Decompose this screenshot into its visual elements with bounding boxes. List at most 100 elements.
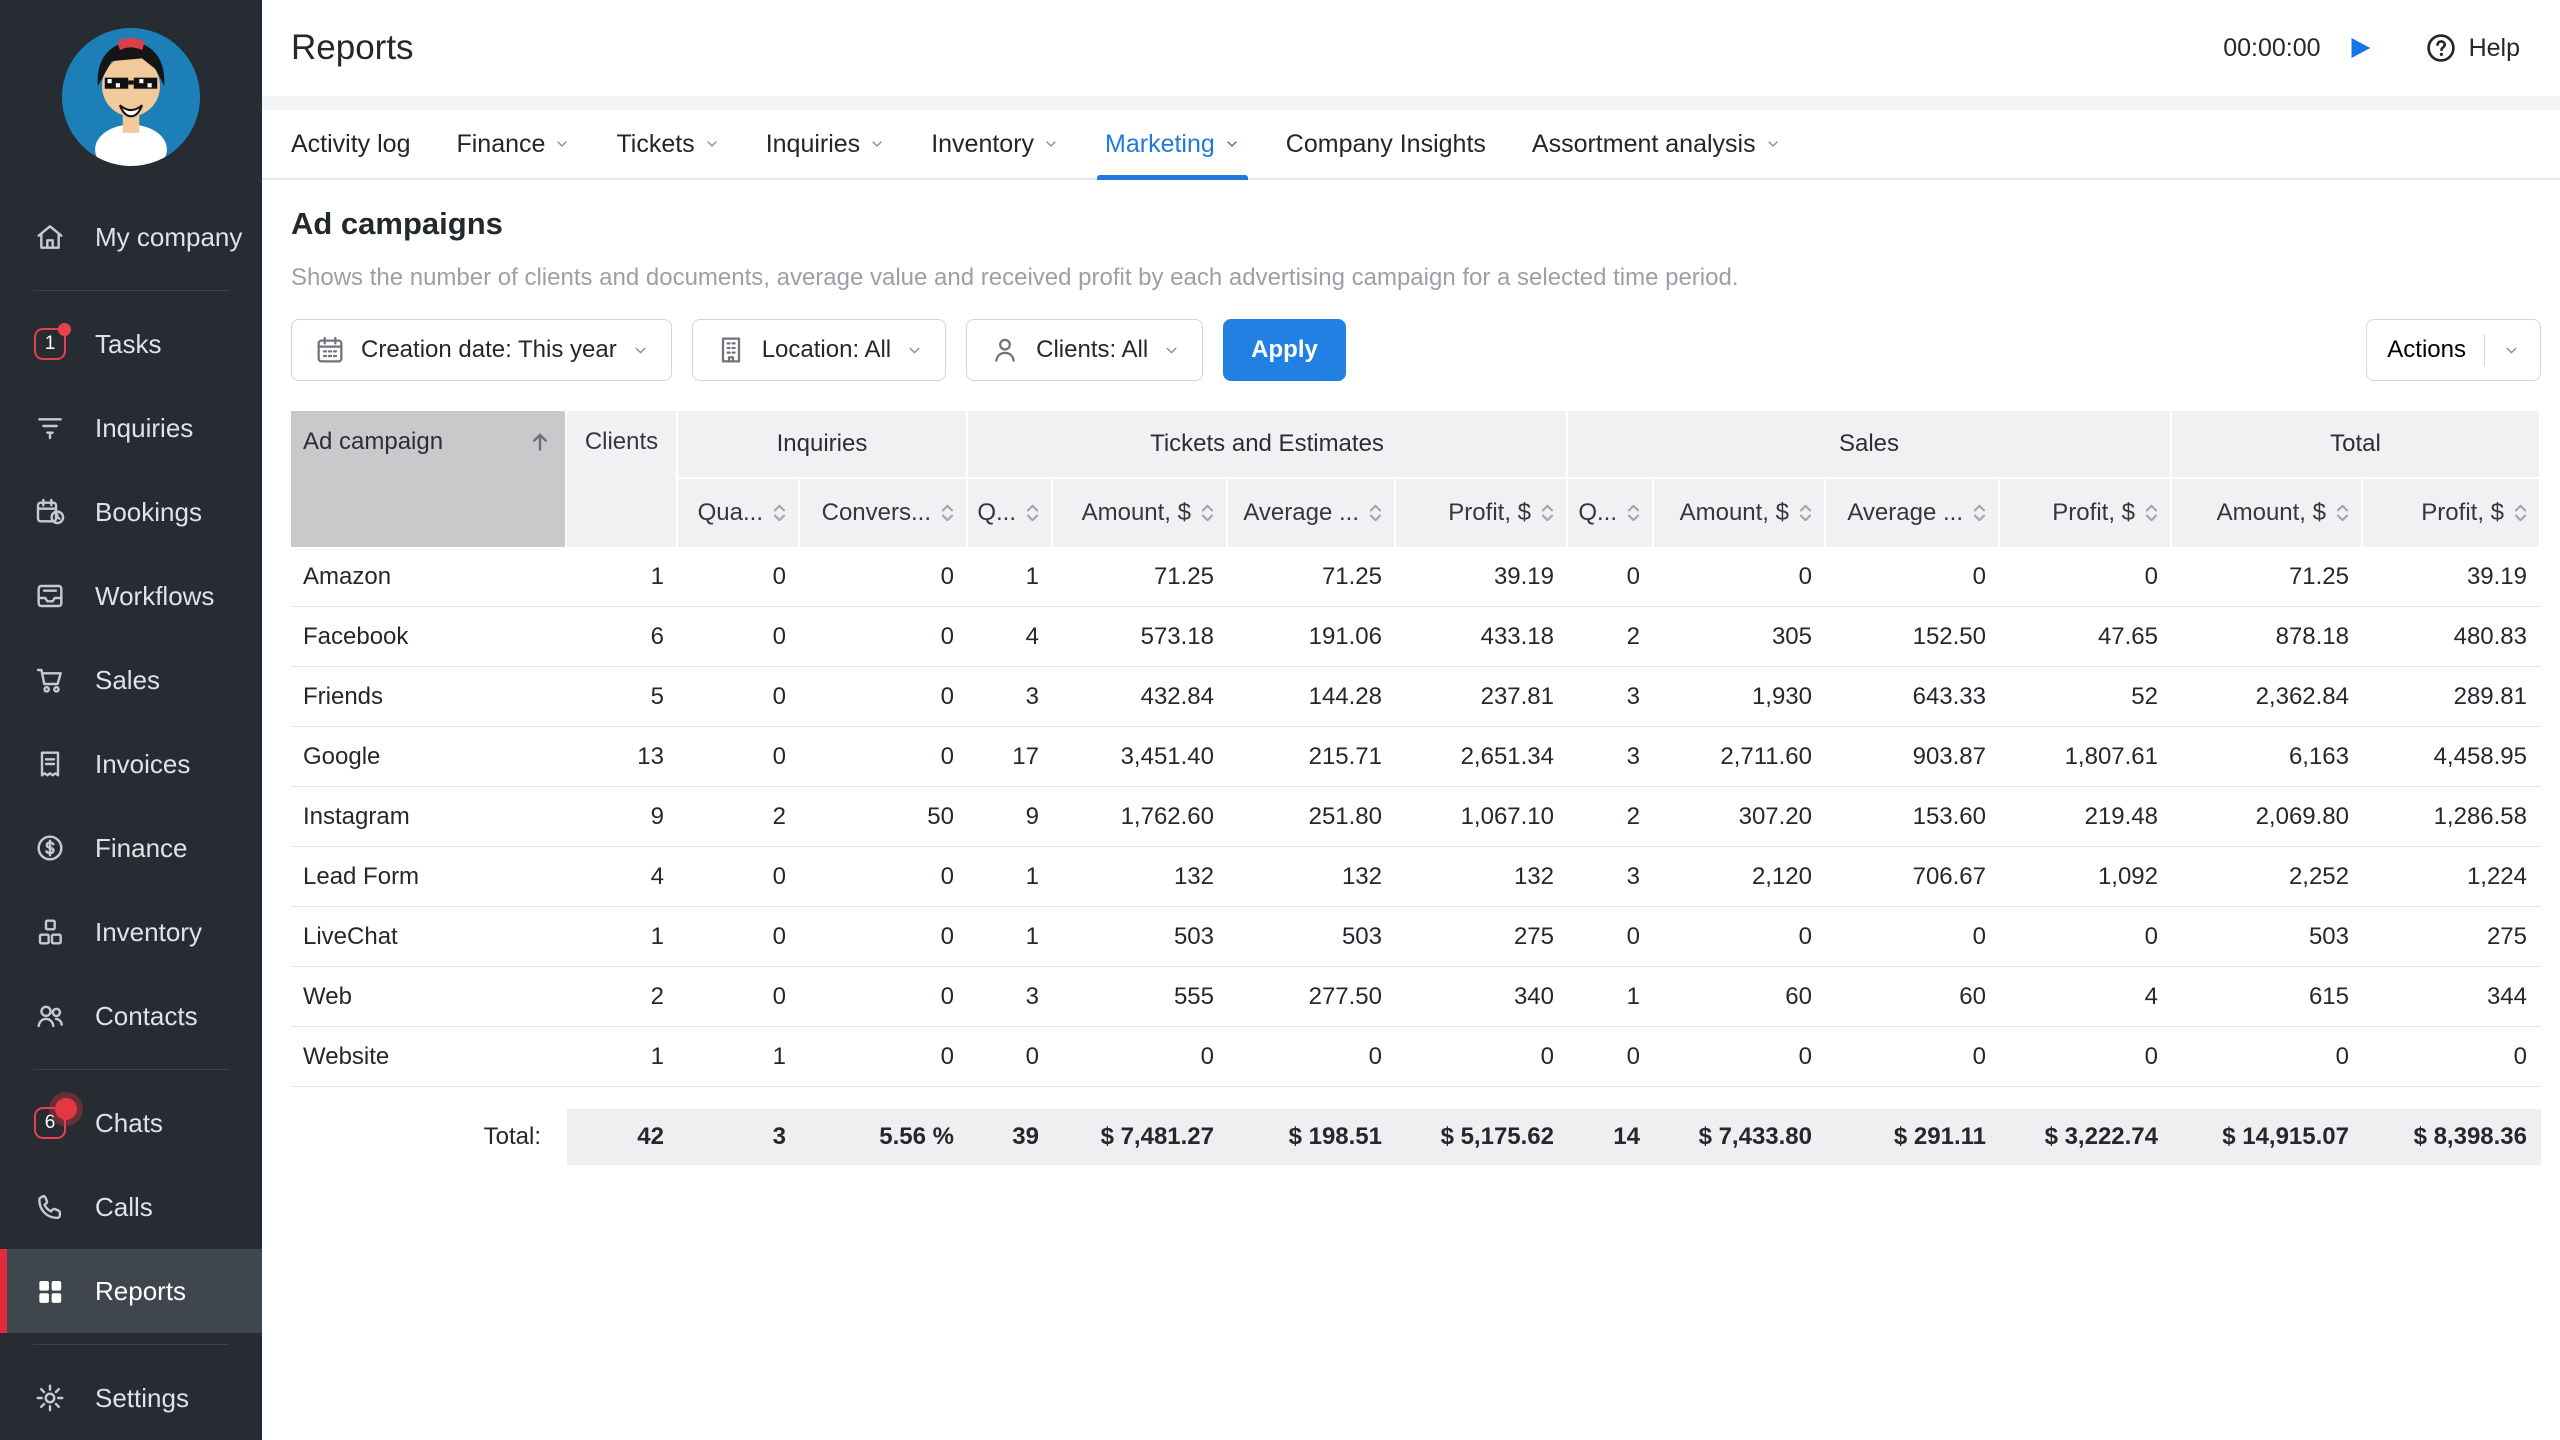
table-row[interactable]: Web 2 0 0 3 555 277.50 340 1 60 60 4 615 344 <box>291 967 2541 1027</box>
tab-company-insights[interactable]: Company Insights <box>1286 110 1486 178</box>
table-cell: 0 <box>1626 922 1640 950</box>
table-cell: 5 <box>650 682 664 710</box>
column-header[interactable]: Profit, $ <box>2363 479 2541 547</box>
tab-assortment-analysis[interactable]: Assortment analysis <box>1532 110 1781 178</box>
sidebar-item-tasks[interactable]: 1 Tasks <box>0 302 262 386</box>
campaign-name-cell: Lead Form <box>303 862 420 890</box>
column-header[interactable]: Amount, $ <box>1654 479 1826 547</box>
column-header[interactable]: Q... <box>968 479 1053 547</box>
apply-button[interactable]: Apply <box>1223 319 1346 381</box>
column-header[interactable]: Q... <box>1568 479 1654 547</box>
column-header[interactable]: Convers... <box>800 479 968 547</box>
sidebar-item-contacts[interactable]: Contacts <box>0 974 262 1058</box>
gear-icon <box>33 1381 67 1415</box>
creation-date-filter[interactable]: Creation date: This year <box>291 319 672 381</box>
table-row[interactable]: Google 13 0 0 17 3,451.40 215.71 2,651.34 3 2,711… <box>291 727 2541 787</box>
table-row[interactable]: Friends 5 0 0 3 432.84 144.28 237.81 3 1,930 643.3… <box>291 667 2541 727</box>
column-header[interactable]: Qua... <box>678 479 800 547</box>
location-filter[interactable]: Location: All <box>691 319 947 381</box>
filters-bar: Creation date: This year Location: All C… <box>291 319 2541 381</box>
table-cell: 3 <box>1626 742 1640 770</box>
people-icon <box>33 999 67 1033</box>
table-row[interactable]: Amazon 1 0 0 1 71.25 71.25 39.19 0 0 0 0 71.25 39.19 <box>291 547 2541 607</box>
column-header[interactable]: Average ... <box>1826 479 2000 547</box>
sidebar-item-chats[interactable]: 6 Chats <box>0 1081 262 1165</box>
table-cell: 706.67 <box>1912 862 1986 890</box>
building-icon <box>721 337 740 363</box>
column-header[interactable]: Profit, $ <box>2000 479 2172 547</box>
table-cell: 0 <box>2144 922 2158 950</box>
total-cell: 5.56 % <box>800 1109 968 1165</box>
sidebar-item-workflows[interactable]: Workflows <box>0 554 262 638</box>
column-header[interactable]: Profit, $ <box>1396 479 1568 547</box>
help-button[interactable]: Help <box>2425 32 2520 64</box>
table-total-row: Total: 42 3 5.56 % 39 $ 7,481.27 $ 198.51 $ 5,1… <box>291 1109 2541 1165</box>
sidebar-item-bookings[interactable]: Bookings <box>0 470 262 554</box>
sidebar-item-reports[interactable]: Reports <box>0 1249 262 1333</box>
table-row[interactable]: Lead Form 4 0 0 1 132 132 132 3 2,120 706.67 1,092 2… <box>291 847 2541 907</box>
sidebar-item-inventory[interactable]: Inventory <box>0 890 262 974</box>
table-cell: 1,092 <box>2097 862 2158 890</box>
table-row[interactable]: Website 1 1 0 0 0 0 0 0 0 0 0 0 0 <box>291 1027 2541 1087</box>
column-header[interactable]: Amount, $ <box>1053 479 1228 547</box>
table-cell: 0 <box>1972 922 1986 950</box>
table-row[interactable]: LiveChat 1 0 0 1 503 503 275 0 0 0 0 503 275 <box>291 907 2541 967</box>
total-cell: $ 5,175.62 <box>1396 1109 1568 1165</box>
total-cell: $ 198.51 <box>1228 1109 1396 1165</box>
table-cell: 0 <box>2513 1042 2527 1070</box>
tab-inquiries[interactable]: Inquiries <box>766 110 886 178</box>
table-cell: 39.19 <box>1493 562 1554 590</box>
table-cell: 2 <box>650 982 664 1010</box>
column-header[interactable]: Average ... <box>1228 479 1396 547</box>
table-cell: 2,651.34 <box>1460 742 1554 770</box>
sidebar-item-inquiries[interactable]: Inquiries <box>0 386 262 470</box>
campaign-name-cell: Friends <box>303 682 384 710</box>
clients-filter[interactable]: Clients: All <box>966 319 1204 381</box>
user-avatar[interactable] <box>62 28 200 166</box>
column-header[interactable]: Amount, $ <box>2172 479 2363 547</box>
table-row[interactable]: Facebook 6 0 0 4 573.18 191.06 433.18 2 305 152.50… <box>291 607 2541 667</box>
tab-tickets[interactable]: Tickets <box>616 110 719 178</box>
actions-button[interactable]: Actions <box>2366 319 2541 381</box>
table-cell: 0 <box>772 982 786 1010</box>
tasks-badge-icon: 1 <box>33 323 71 361</box>
table-cell: 152.50 <box>1912 622 1986 650</box>
table-cell: 1,807.61 <box>2064 742 2158 770</box>
sidebar-item-sales[interactable]: Sales <box>0 638 262 722</box>
table-cell: 3,451.40 <box>1120 742 1214 770</box>
total-cell: 3 <box>678 1109 800 1165</box>
table-row[interactable]: Instagram 9 2 50 9 1,762.60 251.80 1,067.10 2 307… <box>291 787 2541 847</box>
table-cell: 9 <box>1025 802 1039 830</box>
column-header-ad-campaign[interactable]: Ad campaign <box>291 411 567 547</box>
table-cell: 0 <box>2335 1042 2349 1070</box>
sidebar-item-finance[interactable]: Finance <box>0 806 262 890</box>
tab-activity-log[interactable]: Activity log <box>291 110 410 178</box>
tab-finance[interactable]: Finance <box>456 110 570 178</box>
table-cell: 0 <box>1200 1042 1214 1070</box>
table-cell: 13 <box>637 742 664 770</box>
table-cell: 71.25 <box>1321 562 1382 590</box>
sidebar-item-my-company[interactable]: My company <box>0 195 262 279</box>
sidebar-item-calls[interactable]: Calls <box>0 1165 262 1249</box>
tab-inventory[interactable]: Inventory <box>931 110 1059 178</box>
table-cell: 555 <box>1173 982 1214 1010</box>
tab-marketing[interactable]: Marketing <box>1097 110 1248 180</box>
sidebar: My company 1 Tasks Inquiries Bookings Wo… <box>0 0 262 1440</box>
table-cell: 2 <box>1626 622 1640 650</box>
sidebar-item-invoices[interactable]: Invoices <box>0 722 262 806</box>
sidebar-item-settings[interactable]: Settings <box>0 1356 262 1440</box>
phone-icon <box>33 1190 67 1224</box>
total-cell: $ 291.11 <box>1826 1109 2000 1165</box>
table-header: Ad campaign Clients Inquiries Tickets and E… <box>291 411 2541 547</box>
table-cell: 50 <box>927 802 954 830</box>
chevron-down-icon <box>557 141 568 147</box>
campaign-name-cell: LiveChat <box>303 922 398 950</box>
timer-play-button[interactable] <box>2339 28 2379 68</box>
table-cell: 4,458.95 <box>2433 742 2527 770</box>
table-cell: 1 <box>772 1042 786 1070</box>
column-header-clients[interactable]: Clients <box>567 411 678 547</box>
table-cell: 2,362.84 <box>2255 682 2349 710</box>
total-cell: $ 7,481.27 <box>1053 1109 1228 1165</box>
table-cell: 251.80 <box>1308 802 1382 830</box>
table-cell: 1,224 <box>2466 862 2527 890</box>
